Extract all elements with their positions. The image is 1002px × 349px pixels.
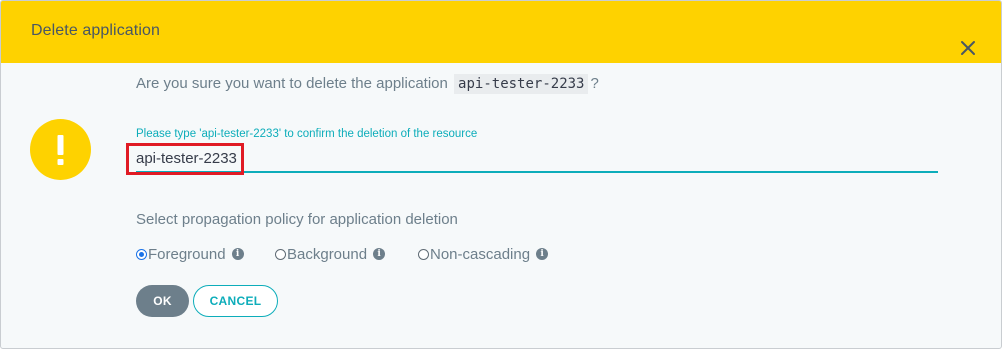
info-icon[interactable]: i — [373, 248, 386, 260]
question-prefix: Are you sure you want to delete the appl… — [136, 75, 448, 92]
question-suffix: ? — [590, 75, 599, 92]
confirm-field-label: Please type 'api-tester-2233' to confirm… — [136, 128, 478, 140]
info-icon[interactable]: i — [536, 248, 549, 260]
radio-foreground-circle[interactable] — [136, 248, 147, 260]
ok-button[interactable]: OK — [136, 285, 189, 317]
info-icon[interactable]: i — [231, 248, 244, 260]
dialog-header: Delete application — [1, 1, 1001, 63]
confirm-name-input[interactable] — [136, 145, 938, 173]
close-icon — [961, 41, 975, 55]
warning-icon — [30, 119, 91, 180]
cancel-button[interactable]: CANCEL — [193, 285, 278, 317]
radio-non-cascading[interactable]: Non-cascading i — [418, 245, 549, 263]
radio-foreground-label: Foreground — [148, 245, 226, 263]
close-button[interactable] — [956, 36, 980, 60]
radio-non-cascading-label: Non-cascading — [430, 245, 531, 263]
application-name: api-tester-2233 — [454, 74, 589, 94]
radio-background[interactable]: Background i — [275, 245, 386, 263]
radio-foreground[interactable]: Foreground i — [136, 245, 244, 263]
delete-confirmation-question: Are you sure you want to delete the appl… — [136, 74, 599, 94]
delete-application-dialog: Delete application Are you sure you want… — [0, 0, 1002, 349]
radio-background-circle[interactable] — [275, 248, 286, 260]
radio-background-label: Background — [287, 245, 368, 263]
radio-non-cascading-circle[interactable] — [418, 248, 429, 260]
propagation-policy-title: Select propagation policy for applicatio… — [136, 211, 458, 228]
dialog-title: Delete application — [31, 22, 160, 39]
